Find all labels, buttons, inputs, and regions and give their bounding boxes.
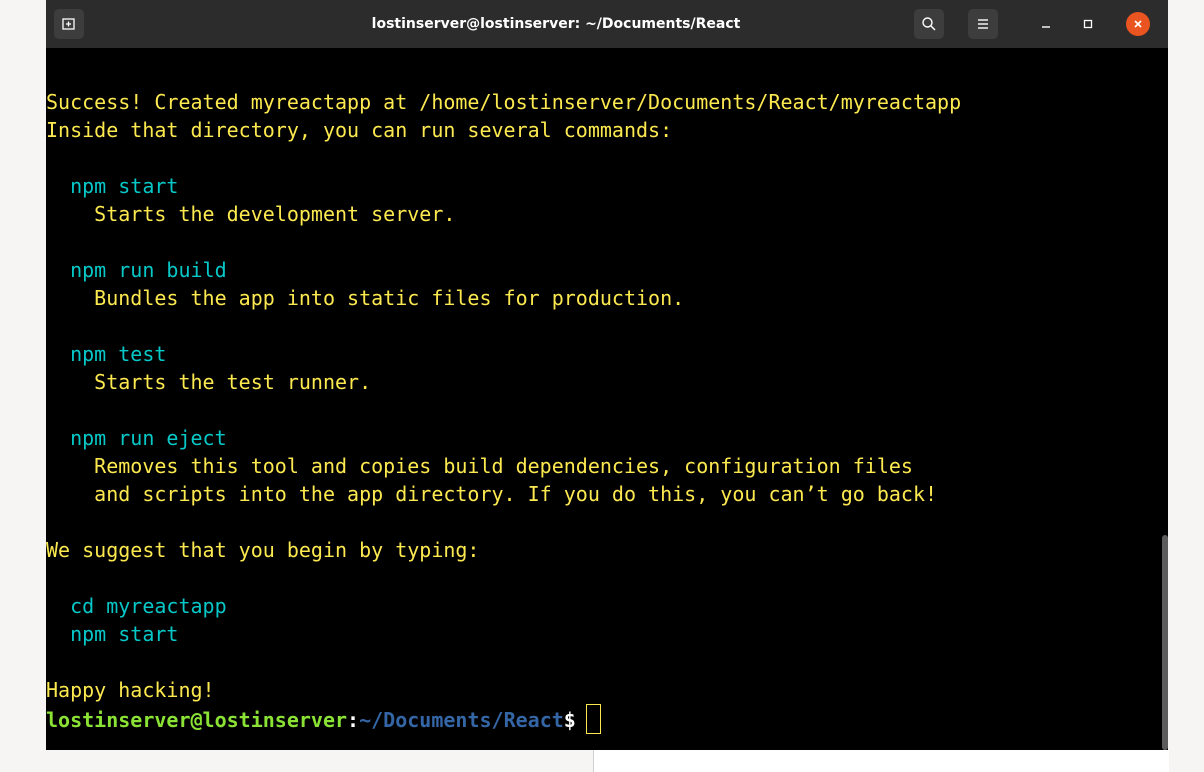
description-npm-run-eject-1: Removes this tool and copies build depen… bbox=[46, 454, 913, 478]
close-icon bbox=[1132, 15, 1144, 34]
command-npm-run-build: npm run build bbox=[46, 258, 227, 282]
search-button[interactable] bbox=[914, 9, 944, 39]
command-cd-myreactapp: cd myreactapp bbox=[46, 594, 227, 618]
inside-directory-line: Inside that directory, you can run sever… bbox=[46, 118, 673, 142]
command-npm-test: npm test bbox=[46, 342, 167, 366]
title-bar[interactable]: lostinserver@lostinserver: ~/Documents/R… bbox=[46, 0, 1168, 48]
close-button[interactable] bbox=[1126, 12, 1150, 36]
description-npm-test: Starts the test runner. bbox=[46, 370, 372, 394]
new-tab-icon bbox=[61, 16, 77, 32]
prompt-path: ~/Documents/React bbox=[359, 708, 564, 732]
shell-prompt[interactable]: lostinserver@lostinserver:~/Documents/Re… bbox=[46, 704, 1156, 734]
prompt-colon: : bbox=[347, 708, 360, 732]
command-npm-start: npm start bbox=[46, 174, 179, 198]
search-icon bbox=[921, 16, 937, 32]
success-line: Success! Created myreactapp at /home/los… bbox=[46, 90, 962, 114]
text-cursor bbox=[585, 704, 601, 734]
scrollbar[interactable] bbox=[1162, 535, 1168, 750]
prompt-dollar: $ bbox=[563, 708, 576, 732]
maximize-icon bbox=[1082, 15, 1094, 34]
description-npm-run-build: Bundles the app into static files for pr… bbox=[46, 286, 685, 310]
minimize-icon bbox=[1040, 15, 1052, 34]
menu-button[interactable] bbox=[968, 9, 998, 39]
prompt-user-host: lostinserver@lostinserver bbox=[46, 708, 348, 732]
hamburger-menu-icon bbox=[976, 18, 990, 30]
suggestion-line: We suggest that you begin by typing: bbox=[46, 538, 480, 562]
happy-hacking-line: Happy hacking! bbox=[46, 678, 215, 702]
background-area bbox=[46, 750, 592, 772]
minimize-button[interactable] bbox=[1034, 12, 1058, 36]
command-npm-start-2: npm start bbox=[46, 622, 179, 646]
terminal-output[interactable]: Success! Created myreactapp at /home/los… bbox=[46, 48, 1156, 750]
window-title: lostinserver@lostinserver: ~/Documents/R… bbox=[371, 16, 741, 32]
maximize-button[interactable] bbox=[1076, 12, 1100, 36]
new-tab-button[interactable] bbox=[54, 9, 84, 39]
terminal-window: lostinserver@lostinserver: ~/Documents/R… bbox=[46, 0, 1168, 750]
description-npm-run-eject-2: and scripts into the app directory. If y… bbox=[46, 482, 938, 506]
command-npm-run-eject: npm run eject bbox=[46, 426, 227, 450]
description-npm-start: Starts the development server. bbox=[46, 202, 456, 226]
background-panel bbox=[593, 750, 1169, 772]
